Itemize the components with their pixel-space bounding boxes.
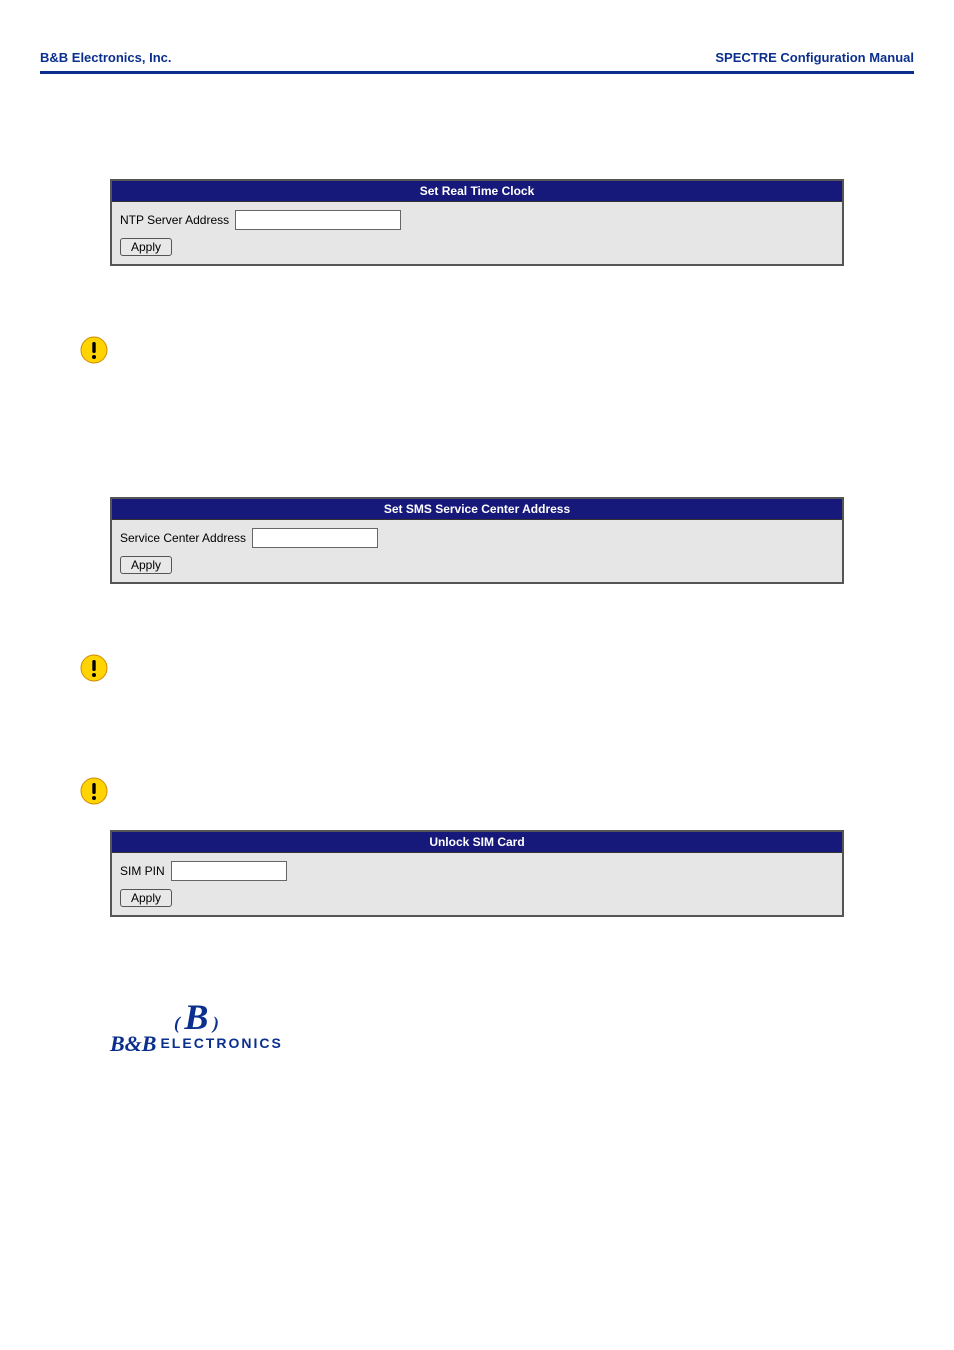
apply-button-sms[interactable]: Apply — [120, 556, 172, 574]
panel-set-real-time-clock: Set Real Time Clock NTP Server Address A… — [110, 179, 844, 266]
heading-unlock: 1.32 Unlock SIM Card — [110, 630, 844, 646]
warning-icon — [80, 336, 108, 364]
apply-button-rtc[interactable]: Apply — [120, 238, 172, 256]
label-service-center-address: Service Center Address — [120, 531, 246, 545]
caption-rtc: Figure 1.71 Set Real Time Clock — [110, 274, 844, 290]
caption-unlock: Figure 1.73 Unlock SIM Card — [110, 925, 844, 941]
footer-logo: ( B ) B&B ELECTRONICS — [110, 1001, 914, 1056]
panel-title-sms: Set SMS Service Center Address — [112, 499, 842, 520]
logo-letter: B — [184, 997, 208, 1037]
company-name: B&B Electronics, Inc. — [40, 50, 171, 65]
label-ntp-address: NTP Server Address — [120, 213, 229, 227]
paragraph-unlock: The SPECTRE 3G router supports installed… — [110, 696, 844, 757]
paragraph-sms: In some cases it is needed to set the ph… — [110, 378, 844, 479]
caption-sms: Figure 1.72 Set SMS Service Center Addre… — [110, 592, 844, 608]
panel-title-rtc: Set Real Time Clock — [112, 181, 842, 202]
warning-text-unlock-2: The SIM card is blocked after three fail… — [130, 775, 844, 816]
panel-unlock-sim-card: Unlock SIM Card SIM PIN Apply — [110, 830, 844, 917]
warning-text-unlock-1: This menu item is not available on SPECT… — [130, 652, 844, 672]
header-divider — [40, 71, 914, 74]
warning-icon — [80, 654, 108, 682]
warning-text-sms: This menu item is not available on SPECT… — [130, 334, 844, 354]
apply-button-unlock[interactable]: Apply — [120, 889, 172, 907]
heading-rtc: 1.30 Set Internal Clock — [110, 98, 844, 114]
label-sim-pin: SIM PIN — [120, 864, 165, 878]
heading-sms: 1.31 Set SMS Service Center Address — [110, 312, 844, 328]
sim-pin-input[interactable] — [171, 861, 287, 881]
panel-title-unlock: Unlock SIM Card — [112, 832, 842, 853]
warning-icon — [80, 777, 108, 805]
service-center-address-input[interactable] — [252, 528, 378, 548]
logo-bb: B&B — [110, 1034, 156, 1054]
doc-title: SPECTRE Configuration Manual — [715, 50, 914, 65]
ntp-server-address-input[interactable] — [235, 210, 401, 230]
logo-electronics: ELECTRONICS — [160, 1035, 282, 1051]
panel-set-sms-service-center: Set SMS Service Center Address Service C… — [110, 497, 844, 584]
paragraph-rtc: The Administration > Set Real Time Clock… — [110, 120, 844, 161]
